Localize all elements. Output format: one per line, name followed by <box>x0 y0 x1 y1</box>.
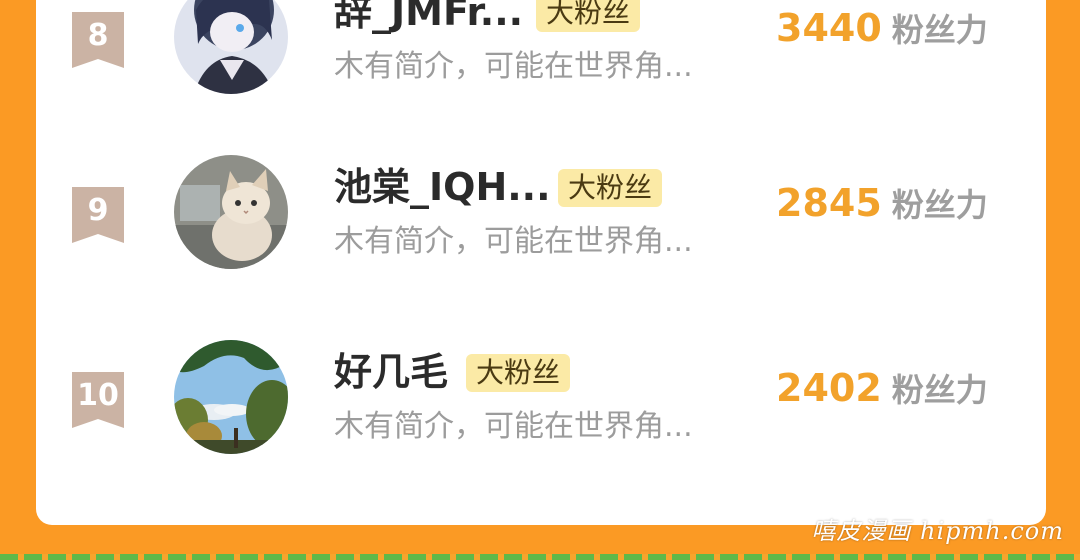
fan-level-tag: 大粉丝 <box>558 169 663 207</box>
user-name[interactable]: 好几毛 <box>334 350 448 394</box>
score-value: 2402 <box>776 366 882 410</box>
rank-badge: 10 <box>72 372 124 428</box>
fan-ranking-card: 8 辞_JMFr... 大粉丝 木有简介，可能在世界角... 3440 粉丝力 9 <box>36 0 1046 525</box>
score-value: 3440 <box>776 6 882 50</box>
ranking-row[interactable]: 9 池棠_IQH... 大粉丝 木有简介，可能在世界角... 2845 粉丝力 <box>36 155 1046 275</box>
user-name[interactable]: 池棠_IQH... <box>334 165 551 209</box>
rank-badge: 9 <box>72 187 124 243</box>
score-unit: 粉丝力 <box>891 371 988 409</box>
rank-number: 8 <box>87 18 109 53</box>
fan-power-score: 3440 粉丝力 <box>776 6 988 58</box>
fan-power-score: 2845 粉丝力 <box>776 181 988 233</box>
fan-level-tag: 大粉丝 <box>536 0 641 32</box>
ranking-row[interactable]: 8 辞_JMFr... 大粉丝 木有简介，可能在世界角... 3440 粉丝力 <box>36 0 1046 100</box>
rank-badge: 8 <box>72 12 124 68</box>
user-bio: 木有简介，可能在世界角... <box>334 409 693 444</box>
fan-power-score: 2402 粉丝力 <box>776 366 988 418</box>
user-avatar[interactable] <box>174 0 288 94</box>
user-avatar[interactable] <box>174 155 288 269</box>
user-avatar[interactable] <box>174 340 288 454</box>
rank-number: 10 <box>77 378 119 413</box>
watermark: 嘻皮漫画 hipmh.com <box>811 517 1064 545</box>
user-bio: 木有简介，可能在世界角... <box>334 224 693 259</box>
anime-character-avatar-icon <box>174 0 288 94</box>
rank-number: 9 <box>87 193 109 228</box>
trees-sky-photo-avatar-icon <box>174 340 288 454</box>
user-name[interactable]: 辞_JMFr... <box>334 0 523 34</box>
user-bio: 木有简介，可能在世界角... <box>334 49 693 84</box>
fan-level-tag: 大粉丝 <box>466 354 571 392</box>
ranking-row[interactable]: 10 好几毛 大粉丝 木有简介，可能在世界角... 2402 粉丝力 <box>36 340 1046 460</box>
score-value: 2845 <box>776 181 882 225</box>
kitten-photo-avatar-icon <box>174 155 288 269</box>
bottom-decorative-strip <box>0 554 1080 560</box>
score-unit: 粉丝力 <box>891 11 988 49</box>
score-unit: 粉丝力 <box>891 186 988 224</box>
